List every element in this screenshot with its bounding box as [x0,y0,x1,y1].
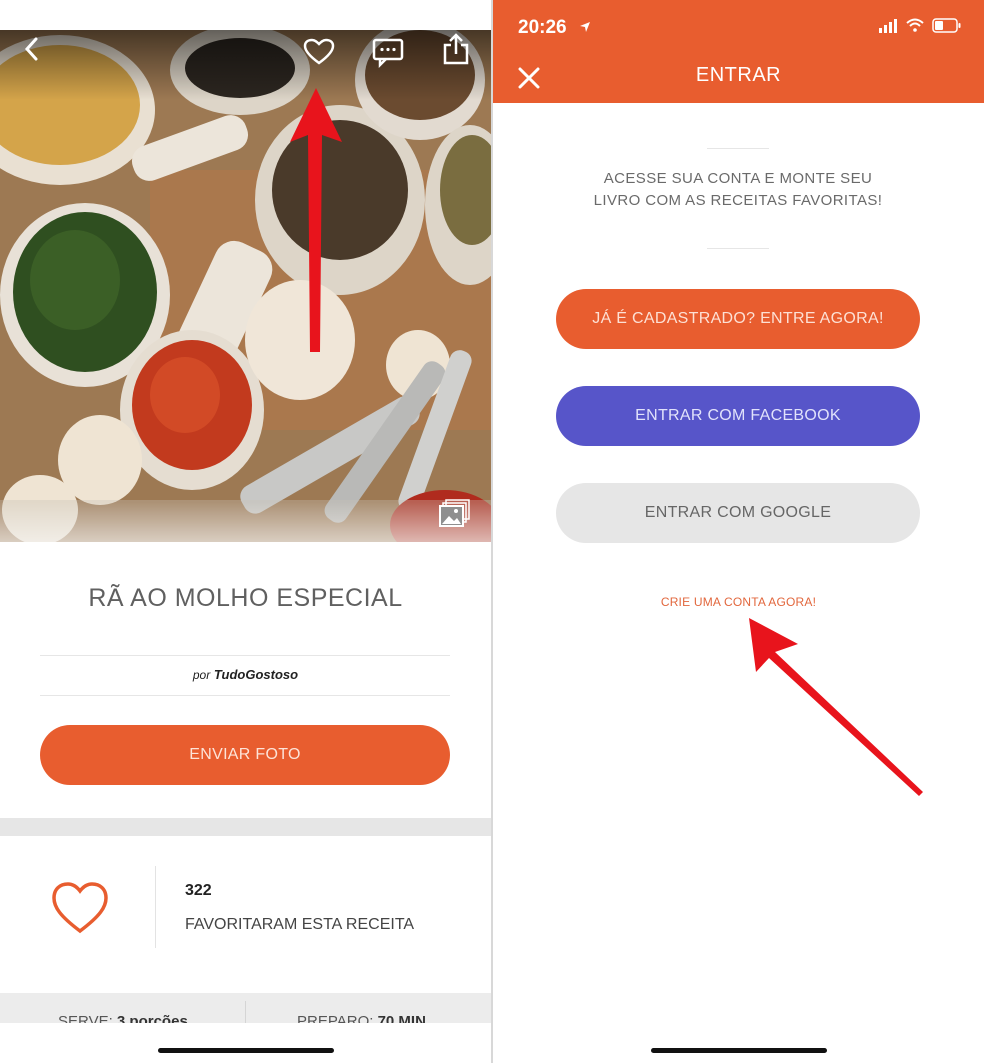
facebook-login-button[interactable]: ENTRAR COM FACEBOOK [556,386,920,446]
author-prefix: por [192,668,211,682]
spices-image [0,30,491,542]
login-description: ACESSE SUA CONTA E MONTE SEU LIVRO COM A… [593,170,883,209]
wifi-icon [906,18,924,32]
send-photo-button[interactable]: ENVIAR FOTO [40,725,450,785]
google-login-button[interactable]: ENTRAR COM GOOGLE [556,483,920,543]
page-title: ENTRAR [695,64,782,86]
heart-icon[interactable] [303,38,335,66]
recipe-title: RÃ AO MOLHO ESPECIAL [88,584,403,612]
home-bar-area [0,1023,491,1063]
author-name[interactable]: TudoGostoso [214,667,298,682]
location-arrow-icon [580,22,590,32]
gallery-icon[interactable] [439,498,471,528]
create-account-link[interactable]: CRIE UMA CONTA AGORA! [493,595,984,609]
divider [707,248,769,249]
hero-toolbar [0,30,491,100]
comments-icon[interactable] [372,38,404,68]
login-screen: 20:26 ENTRAR ACESSE SUA CONTA E MONTE SE… [493,0,984,1063]
favorites-label: FAVORITARAM ESTA RECEITA [185,916,415,933]
back-icon[interactable] [22,36,40,62]
home-indicator[interactable] [651,1048,827,1053]
divider [707,148,769,149]
signal-icon [879,19,897,33]
battery-icon [932,18,961,33]
share-icon[interactable] [442,32,470,66]
divider [40,655,450,656]
recipe-screen: 20:26 RÃ AO MOLHO ESPECIAL por TudoGosto… [0,0,491,1063]
login-button[interactable]: JÁ É CADASTRADO? ENTRE AGORA! [556,289,920,349]
section-separator [0,818,491,836]
home-indicator[interactable] [158,1048,334,1053]
recipe-author: por TudoGostoso [0,667,491,682]
divider [40,695,450,696]
favorites-count: 322 [185,882,212,899]
favorite-heart-icon[interactable] [50,880,110,936]
recipe-photo[interactable] [0,30,491,542]
header-bar [493,0,984,103]
hero-fade [0,502,491,542]
status-time: 20:26 [518,17,567,38]
divider [155,866,156,948]
